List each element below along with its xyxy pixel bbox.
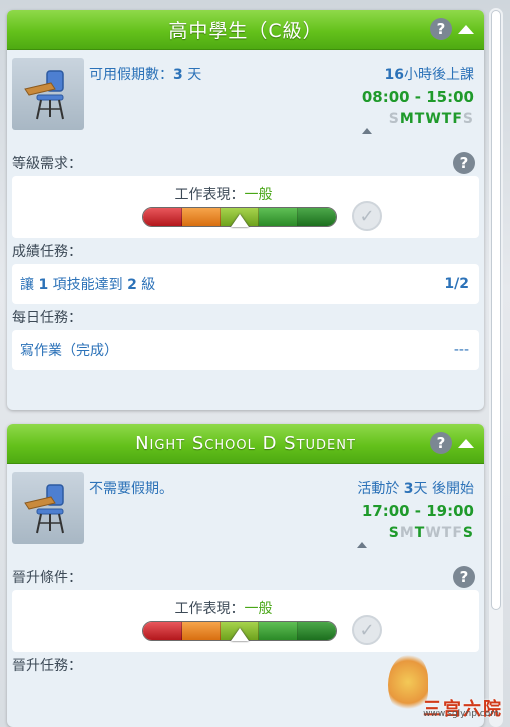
performance-marker	[230, 214, 249, 227]
career-info: 可用假期數：3 天 16小時後上課 08:00 - 15:00 SMTWTFS	[7, 50, 484, 150]
schedule: 活動於 3天 後開始 17:00 - 19:00 SMTWTFS	[357, 478, 474, 548]
schedule: 16小時後上課 08:00 - 15:00 SMTWTFS	[361, 64, 474, 134]
career-header: Night School D Student ?	[7, 424, 484, 464]
promotion-header: 晉升條件： ?	[7, 564, 484, 590]
grades-header: 成績任務：	[12, 244, 82, 260]
career-header: 高中學生（C級） ?	[7, 10, 484, 50]
next-shift: 16小時後上課	[384, 67, 474, 83]
leave-days: 可用假期數：3 天	[89, 67, 202, 83]
school-chair-icon	[12, 472, 84, 544]
watermark: 三宫六院 www.sglynp.com	[388, 655, 503, 721]
daily-task: 寫作業（完成） ---	[12, 330, 479, 370]
collapse-icon[interactable]	[458, 24, 474, 34]
grade-task: 讓 1 項技能達到 2 級 1/2	[12, 264, 479, 304]
task-progress: 1/2	[444, 276, 469, 292]
checkmark-icon: ✓	[352, 201, 382, 231]
daily-progress: ---	[453, 342, 469, 358]
watermark-logo-icon	[388, 655, 428, 715]
career-title: 高中學生（C級）	[168, 20, 323, 42]
performance-box: 工作表現：一般 ✓	[12, 176, 479, 238]
help-icon[interactable]: ?	[430, 18, 452, 40]
help-icon[interactable]: ?	[453, 566, 475, 588]
career-title: Night School D Student	[135, 433, 356, 454]
leave-days: 不需要假期。	[89, 481, 173, 497]
performance-box: 工作表現：一般 ✓	[12, 590, 479, 652]
scrollbar[interactable]	[489, 8, 503, 727]
collapse-icon[interactable]	[458, 438, 474, 448]
today-marker	[361, 128, 372, 134]
next-shift: 活動於 3天 後開始	[357, 481, 474, 497]
help-icon[interactable]: ?	[430, 432, 452, 454]
requirements-header: 等級需求： ?	[7, 150, 484, 176]
checkmark-icon: ✓	[352, 615, 382, 645]
performance-marker	[230, 628, 249, 641]
today-marker	[357, 542, 368, 548]
work-days: SMTWTFS	[388, 525, 474, 541]
daily-header: 每日任務：	[12, 310, 82, 326]
help-icon[interactable]: ?	[453, 152, 475, 174]
school-chair-icon	[12, 58, 84, 130]
work-hours: 08:00 - 15:00	[361, 88, 474, 106]
career-info: 不需要假期。 活動於 3天 後開始 17:00 - 19:00 SMTWTFS	[7, 464, 484, 564]
work-hours: 17:00 - 19:00	[361, 502, 474, 520]
work-days: SMTWTFS	[388, 111, 474, 127]
scrollbar-thumb[interactable]	[491, 10, 501, 610]
career-panel-high-school: 高中學生（C級） ? 可用假期數：3 天 16小時後上課 08:00 - 15:…	[7, 10, 484, 410]
